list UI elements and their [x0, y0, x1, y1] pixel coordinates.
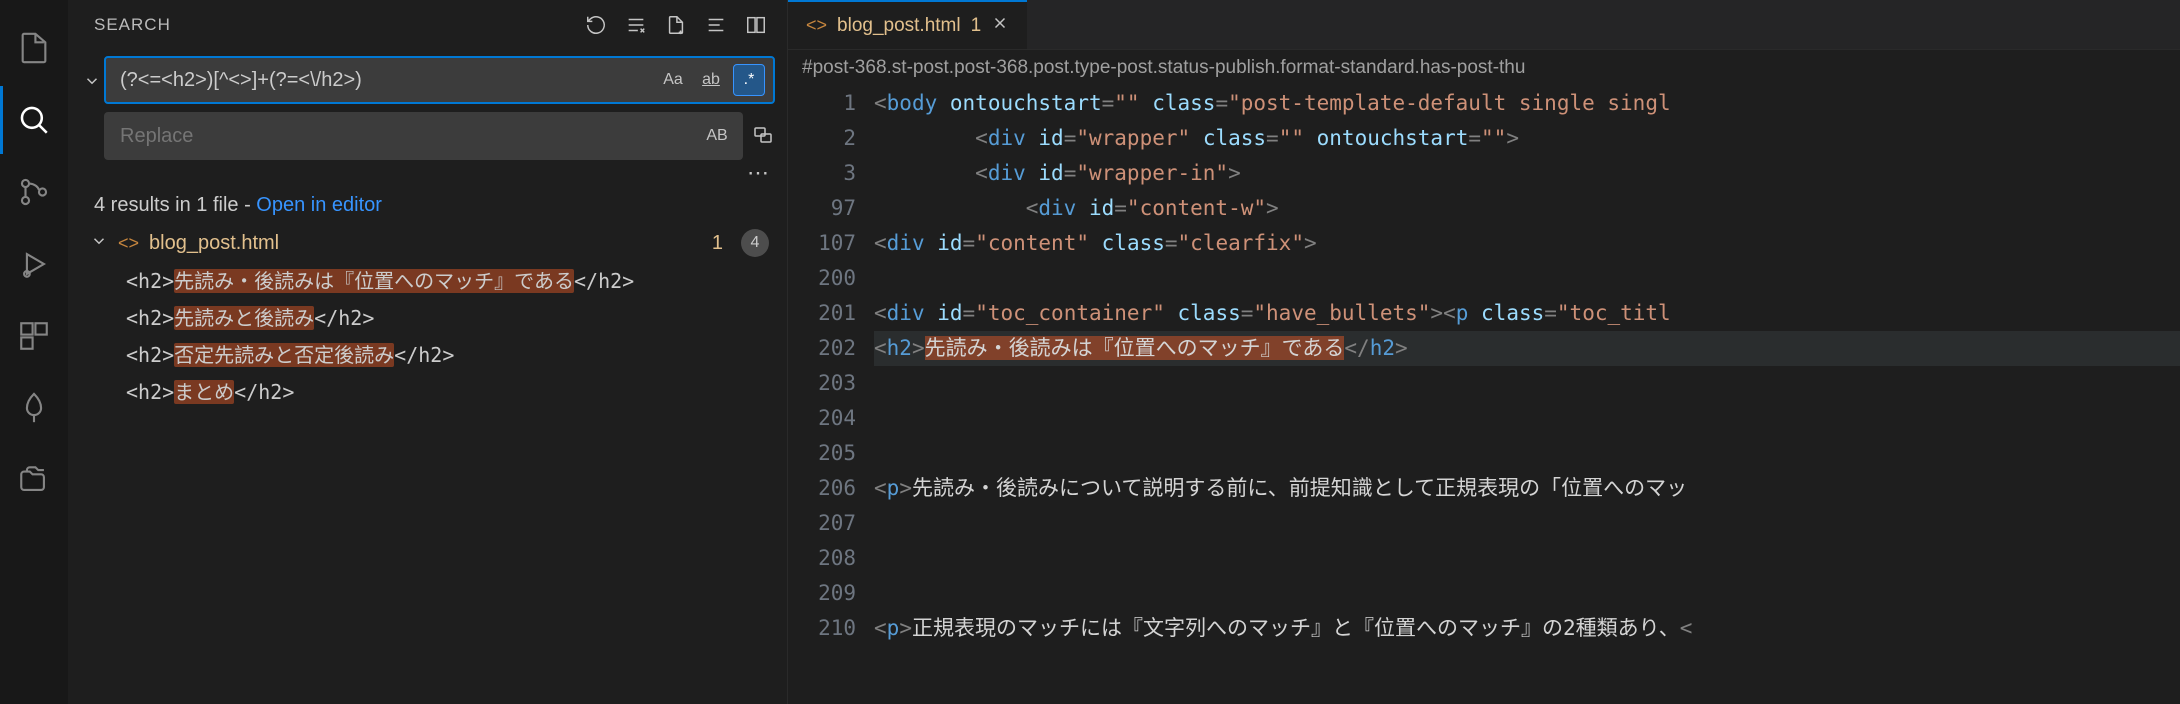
code-editor[interactable]: 1239710720020120220320420520620720820921…	[788, 86, 2180, 704]
activity-bar	[0, 0, 68, 704]
result-match-badge: 4	[741, 229, 769, 257]
result-line[interactable]: <h2>先読みと後読み</h2>	[68, 298, 787, 335]
result-file-name: blog_post.html	[149, 232, 279, 255]
match-case-toggle[interactable]: Aa	[657, 64, 689, 96]
breadcrumb[interactable]: #post-368.st-post.post-368.post.type-pos…	[788, 50, 2180, 86]
open-in-editor-link[interactable]: Open in editor	[256, 194, 382, 216]
result-line[interactable]: <h2>否定先読みと否定後読み</h2>	[68, 335, 787, 372]
activity-scm[interactable]	[0, 158, 68, 226]
toggle-replace-chevron[interactable]	[80, 56, 104, 160]
new-file-icon[interactable]	[663, 12, 689, 38]
result-line[interactable]: <h2>まとめ</h2>	[68, 372, 787, 409]
result-changed-count: 1	[712, 232, 723, 255]
refresh-icon[interactable]	[583, 12, 609, 38]
chevron-down-icon	[90, 232, 108, 255]
search-input-wrap: Aa ab .*	[104, 56, 775, 104]
activity-explorer[interactable]	[0, 14, 68, 82]
tab-blog-post[interactable]: <> blog_post.html 1	[788, 0, 1027, 49]
expand-icon[interactable]	[743, 12, 769, 38]
close-icon[interactable]	[991, 14, 1009, 38]
sidebar-actions	[583, 12, 769, 38]
html-file-icon: <>	[118, 233, 139, 254]
more-options[interactable]: ⋯	[68, 160, 787, 186]
clear-icon[interactable]	[623, 12, 649, 38]
activity-debug[interactable]	[0, 230, 68, 298]
preserve-case-toggle[interactable]: AB	[701, 120, 733, 152]
html-file-icon: <>	[806, 15, 827, 36]
activity-folders-icon[interactable]	[0, 446, 68, 514]
collapse-icon[interactable]	[703, 12, 729, 38]
regex-toggle[interactable]: .*	[733, 64, 765, 96]
result-file-row[interactable]: <> blog_post.html 1 4	[68, 225, 787, 261]
search-input[interactable]	[114, 69, 657, 92]
activity-extensions[interactable]	[0, 302, 68, 370]
replace-all-icon[interactable]	[751, 122, 775, 151]
tab-filename: blog_post.html	[837, 15, 961, 37]
sidebar-header: SEARCH	[68, 0, 787, 50]
tab-modified-indicator: 1	[971, 15, 982, 37]
replace-input-wrap: AB	[104, 112, 743, 160]
replace-input[interactable]	[114, 125, 701, 148]
activity-tree-icon[interactable]	[0, 374, 68, 442]
result-line[interactable]: <h2>先読み・後読みは『位置へのマッチ』である</h2>	[68, 261, 787, 298]
editor-tabs: <> blog_post.html 1	[788, 0, 2180, 50]
sidebar-title: SEARCH	[94, 15, 171, 35]
search-sidebar: SEARCH Aa ab .*	[68, 0, 788, 704]
results-summary: 4 results in 1 file - Open in editor	[68, 186, 787, 225]
whole-word-toggle[interactable]: ab	[695, 64, 727, 96]
activity-search[interactable]	[0, 86, 68, 154]
editor-group: <> blog_post.html 1 #post-368.st-post.po…	[788, 0, 2180, 704]
